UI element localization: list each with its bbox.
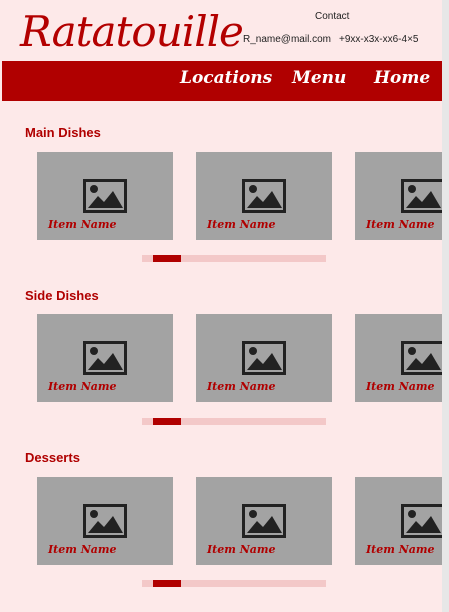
item-name: Item Name	[366, 218, 435, 231]
menu-item-card[interactable]: Item Name	[37, 314, 173, 402]
contact-phone[interactable]: +9xx-x3x-xx6-4×5	[339, 34, 418, 45]
menu-item-card[interactable]: Item Name	[196, 152, 332, 240]
nav-locations-link[interactable]: Locations	[180, 68, 272, 88]
menu-item-card[interactable]: Item Name	[355, 152, 442, 240]
item-name: Item Name	[207, 380, 276, 393]
navbar: Locations Menu Home	[2, 61, 442, 101]
page: Ratatouille Contact R_name@mail.com +9xx…	[0, 0, 442, 612]
image-placeholder-icon	[242, 504, 286, 538]
item-name: Item Name	[366, 380, 435, 393]
image-placeholder-icon	[401, 341, 442, 375]
item-name: Item Name	[48, 543, 117, 556]
image-placeholder-icon	[401, 504, 442, 538]
image-placeholder-icon	[83, 504, 127, 538]
brand-logo[interactable]: Ratatouille	[20, 4, 244, 60]
image-placeholder-icon	[242, 179, 286, 213]
menu-item-card[interactable]: Item Name	[196, 314, 332, 402]
image-placeholder-icon	[83, 341, 127, 375]
nav-menu-link[interactable]: Menu	[292, 68, 346, 88]
scrollbar-thumb[interactable]	[153, 580, 181, 587]
scrollbar-thumb[interactable]	[153, 418, 181, 425]
carousel-scrollbar[interactable]	[142, 418, 326, 425]
carousel-scrollbar[interactable]	[142, 255, 326, 262]
scrollbar-thumb[interactable]	[153, 255, 181, 262]
image-placeholder-icon	[401, 179, 442, 213]
item-name: Item Name	[48, 380, 117, 393]
contact-email[interactable]: R_name@mail.com	[243, 34, 331, 45]
section-title-desserts: Desserts	[25, 450, 80, 465]
image-placeholder-icon	[83, 179, 127, 213]
carousel-scrollbar[interactable]	[142, 580, 326, 587]
nav-home-link[interactable]: Home	[374, 68, 430, 88]
item-name: Item Name	[207, 218, 276, 231]
item-name: Item Name	[48, 218, 117, 231]
item-name: Item Name	[366, 543, 435, 556]
section-title-side-dishes: Side Dishes	[25, 288, 99, 303]
item-name: Item Name	[207, 543, 276, 556]
menu-item-card[interactable]: Item Name	[355, 477, 442, 565]
menu-item-card[interactable]: Item Name	[196, 477, 332, 565]
menu-item-card[interactable]: Item Name	[37, 477, 173, 565]
page-scrollbar-gutter	[442, 0, 449, 612]
menu-item-card[interactable]: Item Name	[355, 314, 442, 402]
section-title-main-dishes: Main Dishes	[25, 125, 101, 140]
image-placeholder-icon	[242, 341, 286, 375]
contact-title: Contact	[315, 11, 350, 22]
menu-item-card[interactable]: Item Name	[37, 152, 173, 240]
